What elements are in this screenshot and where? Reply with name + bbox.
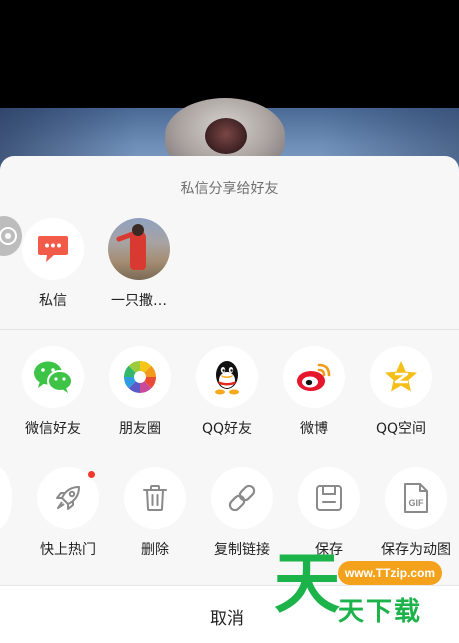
wechat-icon (22, 346, 84, 408)
friend-avatar (108, 218, 170, 280)
notification-badge (88, 471, 95, 478)
share-target-qq[interactable]: QQ好友 (182, 346, 272, 438)
friend-item-label: 一只撒… (111, 293, 167, 309)
share-target-qzone[interactable]: QQ空间 (356, 346, 446, 438)
share-target-label: QQ好友 (201, 421, 253, 437)
action-label: 快上热门 (40, 542, 96, 558)
friend-item-contact[interactable]: 一只撒… (94, 218, 184, 310)
friend-item-label: 私信 (39, 293, 67, 309)
share-target-label: 朋友圈 (119, 421, 161, 437)
video-background (0, 0, 459, 170)
share-target-moments[interactable]: 朋友圈 (95, 346, 185, 438)
share-target-label: 微信好友 (25, 421, 81, 437)
watermark-char: 天 (274, 545, 340, 622)
action-label: 删除 (141, 542, 169, 558)
link-icon (211, 467, 273, 529)
weibo-icon (283, 346, 345, 408)
share-target-label: QQ空间 (375, 421, 427, 437)
rocket-icon (37, 467, 99, 529)
share-target-weibo[interactable]: 微博 (269, 346, 359, 438)
gif-icon: GIF (385, 467, 447, 529)
watermark-text: 天下载 (338, 597, 423, 627)
video-subject-mouth (205, 118, 247, 154)
message-bubble-icon (22, 218, 84, 280)
action-delete[interactable]: 删除 (110, 467, 200, 559)
divider (0, 329, 459, 330)
save-icon (298, 467, 360, 529)
action-save-gif[interactable]: GIF 保存为动图 (371, 467, 459, 559)
sheet-title: 私信分享给好友 (180, 181, 279, 197)
qq-icon (196, 346, 258, 408)
moments-icon (109, 346, 171, 408)
qzone-icon (370, 346, 432, 408)
watermark-url: www.TTzip.com (338, 561, 442, 585)
svg-text:GIF: GIF (409, 498, 425, 508)
share-target-label: 微博 (300, 421, 328, 437)
action-promote[interactable]: 快上热门 (23, 467, 113, 559)
share-target-wechat[interactable]: 微信好友 (8, 346, 98, 438)
trash-icon (124, 467, 186, 529)
previous-action-peek[interactable] (0, 467, 12, 529)
friend-item-private-message[interactable]: 私信 (8, 218, 98, 310)
watermark-logo: 天 www.TTzip.com 天下载 (270, 551, 459, 643)
